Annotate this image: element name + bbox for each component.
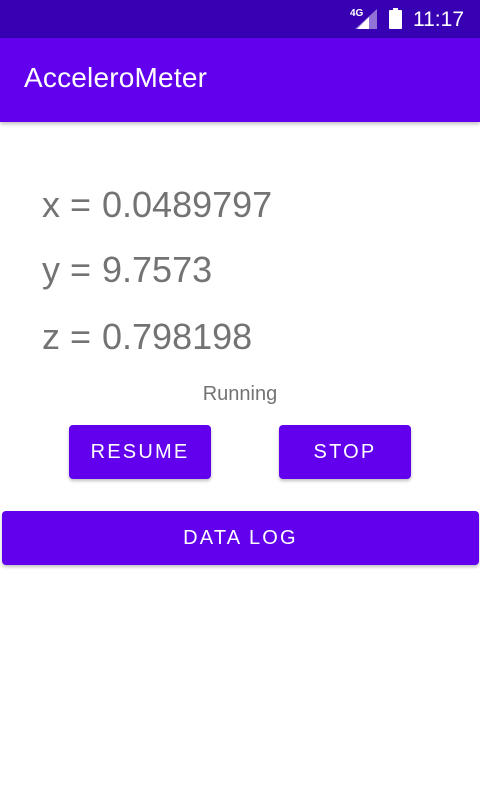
x-reading: x = 0.0489797 <box>42 184 272 226</box>
app-title: AcceleroMeter <box>24 62 208 93</box>
x-label: x = <box>42 184 92 225</box>
clock: 11:17 <box>413 8 464 31</box>
y-reading: y = 9.7573 <box>42 249 212 291</box>
resume-button[interactable]: RESUME <box>69 425 211 479</box>
data-log-button[interactable]: DATA LOG <box>2 511 479 565</box>
y-value: 9.7573 <box>102 249 213 290</box>
stop-button[interactable]: STOP <box>279 425 411 479</box>
z-reading: z = 0.798198 <box>42 316 252 358</box>
status-bar: 4G 11:17 <box>0 0 480 38</box>
x-value: 0.0489797 <box>102 184 273 225</box>
y-label: y = <box>42 249 92 290</box>
z-label: z = <box>42 316 92 357</box>
running-status: Running <box>202 383 278 405</box>
z-value: 0.798198 <box>102 316 253 357</box>
battery-icon <box>389 8 402 29</box>
app-bar: AcceleroMeter <box>0 38 480 122</box>
signal-icon <box>355 9 377 29</box>
